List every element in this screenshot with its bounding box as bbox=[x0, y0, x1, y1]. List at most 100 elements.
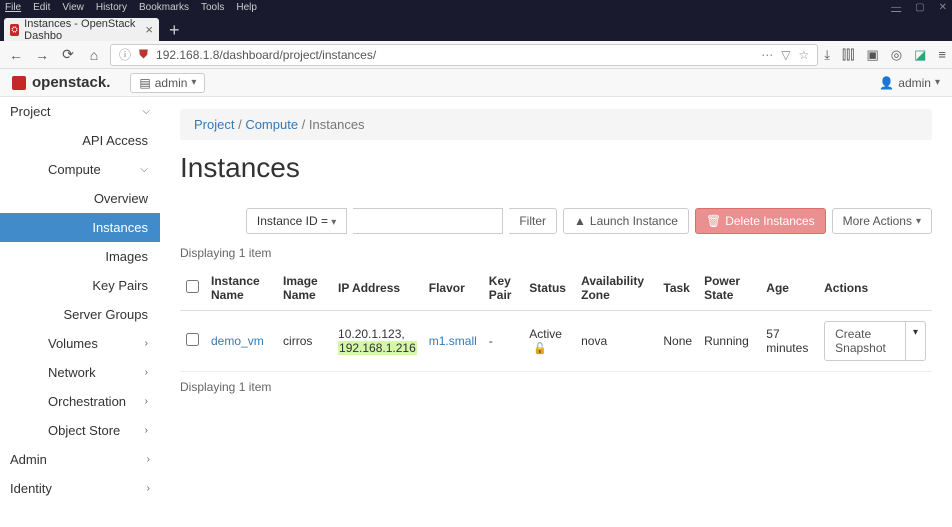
upload-icon: ▲ bbox=[574, 214, 586, 228]
chevron-right-icon: › bbox=[145, 425, 148, 436]
reload-button[interactable]: ⟳ bbox=[58, 45, 78, 65]
sidebar-item-api-access[interactable]: API Access bbox=[0, 126, 160, 155]
ip-floating: 192.168.1.216 bbox=[338, 341, 417, 355]
star-icon[interactable]: ☆ bbox=[798, 48, 809, 62]
col-task[interactable]: Task bbox=[657, 266, 698, 311]
ip-private: 10.20.1.123, bbox=[338, 327, 417, 341]
browser-nav-bar: ← → ⟳ ⌂ ⓘ ⛊ 192.168.1.8/dashboard/projec… bbox=[0, 41, 952, 69]
main-content: Project / Compute / Instances Instances … bbox=[160, 97, 952, 527]
label: Object Store bbox=[48, 423, 120, 438]
sidebar-item-objectstore[interactable]: Object Store › bbox=[0, 416, 160, 445]
maximize-icon[interactable]: ▢ bbox=[915, 2, 924, 13]
instance-name-link[interactable]: demo_vm bbox=[211, 334, 264, 348]
filter-input[interactable] bbox=[353, 208, 503, 234]
chevron-right-icon: › bbox=[145, 396, 148, 407]
count-bottom: Displaying 1 item bbox=[180, 380, 932, 394]
breadcrumb-compute[interactable]: Compute bbox=[245, 117, 298, 132]
menu-bookmarks[interactable]: Bookmarks bbox=[139, 2, 189, 13]
close-window-icon[interactable]: ✕ bbox=[939, 2, 947, 13]
col-ip[interactable]: IP Address bbox=[332, 266, 423, 311]
sidebar-item-admin[interactable]: Admin› bbox=[0, 445, 160, 474]
flavor-link[interactable]: m1.small bbox=[429, 334, 477, 348]
sidebar-item-instances[interactable]: Instances bbox=[0, 213, 160, 242]
extension-icon[interactable]: ◪ bbox=[914, 47, 926, 63]
row-actions-dropdown[interactable]: ▾ bbox=[906, 321, 926, 361]
sidebar-item-network[interactable]: Network› bbox=[0, 358, 160, 387]
domain-dropdown[interactable]: ▤ admin ▾ bbox=[130, 73, 205, 93]
back-button[interactable]: ← bbox=[6, 45, 26, 65]
label: Admin bbox=[10, 452, 47, 467]
status-text: Active bbox=[529, 327, 562, 341]
user-dropdown[interactable]: 👤 admin ▾ bbox=[879, 76, 940, 90]
url-text: 192.168.1.8/dashboard/project/instances/ bbox=[156, 48, 753, 62]
label: Volumes bbox=[48, 336, 98, 351]
new-tab-button[interactable]: + bbox=[159, 20, 190, 41]
launch-instance-button[interactable]: ▲Launch Instance bbox=[563, 208, 689, 234]
library-icon[interactable]: ⫿⫿⫿ bbox=[842, 47, 854, 63]
brand-text: openstack. bbox=[32, 74, 110, 91]
label: Overview bbox=[94, 191, 148, 206]
sidebar-item-servergroups[interactable]: Server Groups bbox=[0, 300, 160, 329]
brand[interactable]: openstack. bbox=[12, 74, 110, 91]
menu-tools[interactable]: Tools bbox=[201, 2, 224, 13]
menu-history[interactable]: History bbox=[96, 2, 127, 13]
sidebar-item-overview[interactable]: Overview bbox=[0, 184, 160, 213]
sidebar-item-identity[interactable]: Identity› bbox=[0, 474, 160, 503]
close-tab-icon[interactable]: × bbox=[145, 22, 153, 37]
user-label: admin bbox=[898, 76, 931, 90]
col-flavor[interactable]: Flavor bbox=[423, 266, 483, 311]
home-button[interactable]: ⌂ bbox=[84, 45, 104, 65]
sidebar-item-project[interactable]: Project⌵ bbox=[0, 97, 160, 126]
label: Instance ID = bbox=[257, 214, 328, 228]
sidebar-item-orchestration[interactable]: Orchestration › bbox=[0, 387, 160, 416]
minimize-icon[interactable]: — bbox=[891, 2, 901, 13]
url-bar[interactable]: ⓘ ⛊ 192.168.1.8/dashboard/project/instan… bbox=[110, 44, 818, 66]
label: Network bbox=[48, 365, 96, 380]
account-icon[interactable]: ◎ bbox=[891, 47, 902, 63]
breadcrumb: Project / Compute / Instances bbox=[180, 109, 932, 140]
label: Key Pairs bbox=[92, 278, 148, 293]
ellipsis-icon[interactable]: ⋯ bbox=[761, 48, 773, 62]
sidebar-item-keypairs[interactable]: Key Pairs bbox=[0, 271, 160, 300]
row-checkbox[interactable] bbox=[186, 333, 199, 346]
col-instance-name[interactable]: Instance Name bbox=[205, 266, 277, 311]
col-az[interactable]: Availability Zone bbox=[575, 266, 657, 311]
chevron-right-icon: › bbox=[145, 338, 148, 349]
sidebar-item-volumes[interactable]: Volumes › bbox=[0, 329, 160, 358]
openstack-favicon: ⛭ bbox=[10, 24, 19, 36]
filter-field-select[interactable]: Instance ID = ▾ bbox=[246, 208, 347, 234]
col-keypair[interactable]: Key Pair bbox=[483, 266, 524, 311]
create-snapshot-button[interactable]: Create Snapshot bbox=[824, 321, 906, 361]
sidebar-item-images[interactable]: Images bbox=[0, 242, 160, 271]
select-all-checkbox[interactable] bbox=[186, 280, 199, 293]
col-status[interactable]: Status bbox=[523, 266, 575, 311]
col-power[interactable]: Power State bbox=[698, 266, 760, 311]
chevron-down-icon: ▾ bbox=[191, 77, 196, 88]
label: Orchestration bbox=[48, 394, 126, 409]
delete-instances-button[interactable]: 🗑Delete Instances bbox=[695, 208, 826, 234]
menu-view[interactable]: View bbox=[62, 2, 84, 13]
label: Compute bbox=[48, 162, 101, 177]
label: Images bbox=[105, 249, 148, 264]
domain-label: admin bbox=[155, 76, 188, 90]
download-icon[interactable]: ⤓ bbox=[824, 47, 830, 63]
cell-ip: 10.20.1.123, 192.168.1.216 bbox=[332, 311, 423, 372]
forward-button[interactable]: → bbox=[32, 45, 52, 65]
col-image-name[interactable]: Image Name bbox=[277, 266, 332, 311]
sidebar-item-compute[interactable]: Compute⌵ bbox=[0, 155, 160, 184]
menu-edit[interactable]: Edit bbox=[33, 2, 50, 13]
info-icon[interactable]: ⓘ bbox=[119, 46, 131, 63]
count-top: Displaying 1 item bbox=[180, 246, 932, 260]
shield-icon[interactable]: ⛊ bbox=[139, 47, 148, 62]
menu-help[interactable]: Help bbox=[236, 2, 257, 13]
browser-tab[interactable]: ⛭ Instances - OpenStack Dashbo × bbox=[4, 18, 159, 41]
breadcrumb-project[interactable]: Project bbox=[194, 117, 234, 132]
reader-icon[interactable]: ▽ bbox=[781, 48, 790, 62]
col-age[interactable]: Age bbox=[760, 266, 818, 311]
filter-button[interactable]: Filter bbox=[509, 208, 557, 234]
chevron-down-icon: ▾ bbox=[331, 217, 336, 228]
menu-icon[interactable]: ≡ bbox=[938, 47, 946, 62]
more-actions-dropdown[interactable]: More Actions ▾ bbox=[832, 208, 932, 234]
menu-file[interactable]: File bbox=[5, 2, 21, 13]
sidebar-icon[interactable]: ▣ bbox=[866, 47, 878, 63]
